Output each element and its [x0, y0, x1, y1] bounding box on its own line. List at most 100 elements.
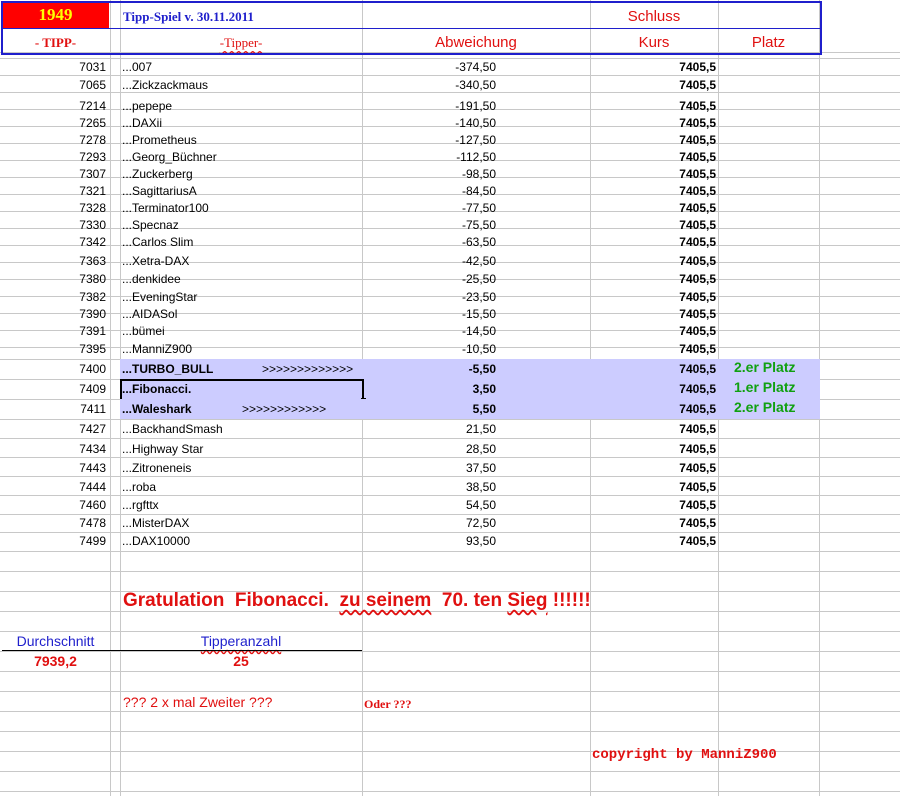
abweichung-value: -191,50 [455, 99, 496, 113]
kurs-value: 7405,5 [679, 116, 716, 130]
abweichung-value: -75,50 [461, 218, 496, 232]
grid-row-line [0, 551, 900, 552]
kurs-value: 7405,5 [679, 516, 716, 530]
platz-label: 1.er Platz [734, 379, 796, 395]
tipper-name: ...roba [122, 480, 157, 494]
abweichung-value: -25,50 [461, 272, 496, 286]
abweichung-value: 21,50 [465, 422, 496, 436]
tipper-name: ...TURBO_BULL [122, 362, 214, 376]
kurs-value: 7405,5 [679, 78, 716, 92]
tipper-name: ...MisterDAX [122, 516, 190, 530]
kurs-value: 7405,5 [679, 184, 716, 198]
kurs-value: 7405,5 [679, 324, 716, 338]
kurs-value: 7405,5 [679, 534, 716, 548]
kurs-value: 7405,5 [679, 402, 716, 416]
tipp-value: 7478 [79, 516, 106, 530]
kurs-value: 7405,5 [679, 272, 716, 286]
oder-note: Oder ??? [364, 697, 412, 711]
tipper-name: ...Terminator100 [122, 201, 209, 215]
abweichung-value: 54,50 [465, 498, 496, 512]
tipper-name: ...007 [122, 60, 153, 74]
copyright-note: copyright by ManniZ900 [592, 747, 777, 763]
tipper-name: ...Georg_Büchner [122, 150, 217, 164]
grid-row-line [0, 476, 900, 477]
kurs-value: 7405,5 [679, 362, 716, 376]
abweichung-value: -340,50 [455, 78, 496, 92]
grid-row-line [0, 651, 900, 652]
tipp-value: 7443 [79, 461, 106, 475]
tipper-name: ...Carlos Slim [122, 235, 194, 249]
abweichung-value: -77,50 [461, 201, 496, 215]
tipper-name: ...EveningStar [122, 290, 198, 304]
tipper-name: ...ManniZ900 [122, 342, 193, 356]
kurs-value: 7405,5 [679, 218, 716, 232]
tipper-name: ...Zickzackmaus [122, 78, 209, 92]
grid-row-line [0, 771, 900, 772]
abweichung-value: 5,50 [472, 402, 496, 416]
platz-label: 2.er Platz [734, 399, 796, 415]
tipp-value: 7330 [79, 218, 106, 232]
tipper-name: ...Highway Star [122, 442, 204, 456]
tipp-value: 7400 [79, 362, 106, 376]
abweichung-value: -23,50 [461, 290, 496, 304]
header-divider [1, 28, 820, 29]
selected-cell[interactable] [120, 379, 364, 401]
abweichung-value: 28,50 [465, 442, 496, 456]
tipper-name: ...DAX10000 [122, 534, 191, 548]
avg-value: 7939,2 [34, 653, 77, 669]
tipp-value: 7382 [79, 290, 106, 304]
tipp-value: 7427 [79, 422, 106, 436]
tipp-value: 7499 [79, 534, 106, 548]
tipper-name: ...DAXii [122, 116, 163, 130]
abweichung-value: -98,50 [461, 167, 496, 181]
tipp-value: 7293 [79, 150, 106, 164]
avg-label: Durchschnitt [16, 633, 95, 649]
tipp-value: 7031 [79, 60, 106, 74]
abweichung-value: -112,50 [456, 150, 496, 164]
abweichung-value: 93,50 [465, 534, 496, 548]
tipper-name: ...pepepe [122, 99, 173, 113]
grid-row-line [0, 438, 900, 439]
abweichung-value: 3,50 [472, 382, 496, 396]
tipper-name: ...denkidee [122, 272, 181, 286]
tipper-name: ...AIDASol [122, 307, 178, 321]
kurs-value: 7405,5 [679, 60, 716, 74]
grid-row-line [0, 671, 900, 672]
kurs-value: 7405,5 [679, 99, 716, 113]
tipp-value: 7380 [79, 272, 106, 286]
tipp-value: 7434 [79, 442, 106, 456]
question-note: ??? 2 x mal Zweiter ??? [123, 694, 273, 710]
congrats-word-zu-seinem: zu seinem [339, 590, 432, 611]
grid-row-line [0, 495, 900, 496]
tipp-value: 7444 [79, 480, 106, 494]
grid-row-line [0, 419, 900, 420]
kurs-value: 7405,5 [679, 382, 716, 396]
abweichung-value: -84,50 [461, 184, 496, 198]
tipp-value: 7391 [79, 324, 106, 338]
kurs-value: 7405,5 [679, 442, 716, 456]
abweichung-value: -42,50 [461, 254, 496, 268]
abweichung-value: 72,50 [465, 516, 496, 530]
arrow-marker: >>>>>>>>>>>> [242, 402, 327, 416]
congrats-word-name: Fibonacci. [234, 590, 329, 611]
stats-divider [2, 650, 362, 651]
tipp-value: 7409 [79, 382, 106, 396]
abweichung-value: -127,50 [455, 133, 496, 147]
kurs-value: 7405,5 [679, 461, 716, 475]
tipp-value: 7065 [79, 78, 106, 92]
congrats-word-exclaim: !!!!!! [552, 590, 591, 611]
kurs-value: 7405,5 [679, 480, 716, 494]
tipp-value: 7328 [79, 201, 106, 215]
tipper-name: ...Specnaz [122, 218, 179, 232]
grid-row-line [0, 691, 900, 692]
kurs-value: 7405,5 [679, 235, 716, 249]
tipp-value: 7321 [79, 184, 106, 198]
tipp-value: 7307 [79, 167, 106, 181]
abweichung-value: -10,50 [461, 342, 496, 356]
kurs-value: 7405,5 [679, 307, 716, 321]
kurs-value: 7405,5 [679, 498, 716, 512]
kurs-value: 7405,5 [679, 342, 716, 356]
kurs-value: 7405,5 [679, 290, 716, 304]
tipp-value: 7390 [79, 307, 106, 321]
tipp-value: 7411 [80, 402, 106, 416]
